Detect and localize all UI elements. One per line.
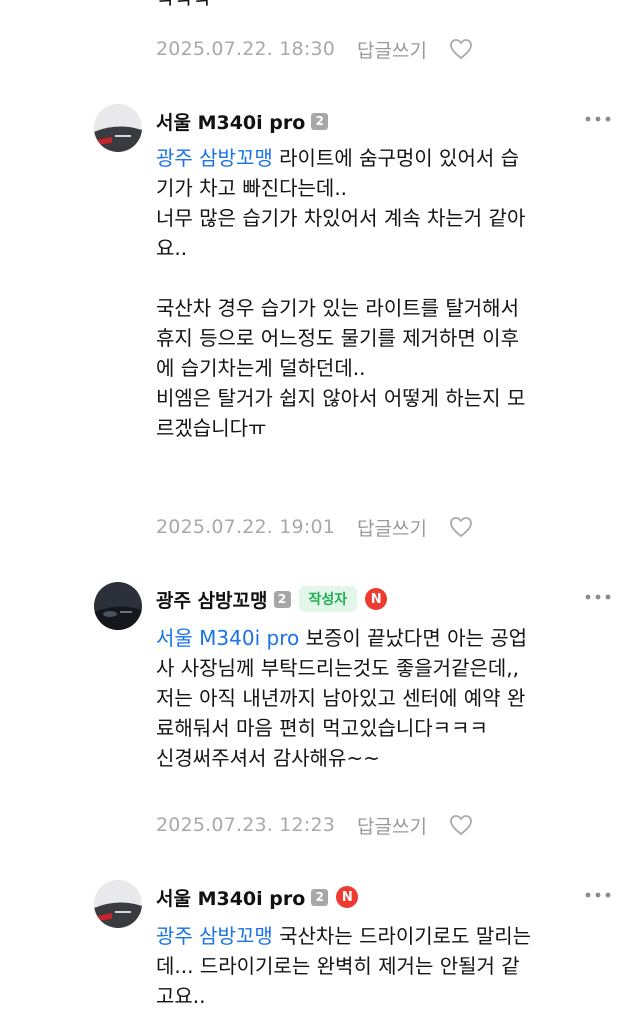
nickname[interactable]: 서울 M340i pro: [156, 108, 305, 135]
comment-line: 데... 드라이기로는 완벽히 제거는 안될거 같: [156, 954, 520, 978]
comment-text-partial: ㅋㅋㅋ: [156, 0, 212, 13]
new-badge-icon: N: [336, 886, 359, 908]
level-badge-icon: 2: [311, 888, 329, 906]
avatar[interactable]: [94, 582, 142, 630]
comment-line: 휴지 등으로 어느정도 물기를 제거하면 이후: [156, 326, 519, 350]
comment-line: 보증이 끝났다면 아는 공업: [299, 626, 528, 650]
comment-line: 르겠습니다ㅠ: [156, 416, 267, 440]
comment-line: 신경써주셔서 감사해유~~: [156, 746, 380, 770]
avatar[interactable]: [94, 880, 142, 928]
comment-line: 요..: [156, 236, 188, 260]
comment-line: 료해둬서 마음 편히 먹고있습니다ㅋㅋㅋ: [156, 716, 488, 740]
level-badge-icon: 2: [311, 112, 329, 130]
comment-line: 에 습기차는게 덜하던데..: [156, 356, 366, 380]
heart-icon[interactable]: [449, 516, 473, 538]
comment-line: 너무 많은 습기가 차있어서 계속 차는거 같아: [156, 206, 526, 230]
heart-icon[interactable]: [449, 38, 473, 60]
comment-line: [156, 263, 626, 293]
comment-meta: 2025.07.22. 19:01 답글쓰기: [156, 512, 473, 542]
reply-button[interactable]: 답글쓰기: [357, 812, 427, 839]
comment-body: 광주 삼방꼬맹 국산차는 드라이기로도 말리는 데... 드라이기로는 완벽히 …: [156, 921, 626, 1011]
comment-line: 사 사장님께 부탁드리는것도 좋을거같은데,,: [156, 656, 519, 680]
comment-body: 서울 M340i pro 보증이 끝났다면 아는 공업 사 사장님께 부탁드리는…: [156, 623, 626, 773]
comment-header: 서울 M340i pro 2: [156, 106, 329, 136]
comment-body: 광주 삼방꼬맹 라이트에 숨구멍이 있어서 습 기가 차고 빠진다는데.. 너무…: [156, 143, 626, 443]
new-badge-icon: N: [365, 588, 388, 610]
reply-button[interactable]: 답글쓰기: [357, 514, 427, 541]
comment-line: 저는 아직 내년까지 남아있고 센터에 예약 완: [156, 686, 526, 710]
heart-icon[interactable]: [449, 814, 473, 836]
more-dots-icon[interactable]: [584, 890, 612, 900]
comment-date: 2025.07.23. 12:23: [156, 814, 336, 836]
comment-meta: 2025.07.22. 18:30 답글쓰기: [156, 34, 473, 64]
more-dots-icon[interactable]: [584, 592, 612, 602]
reply-button[interactable]: 답글쓰기: [357, 36, 427, 63]
comment-date: 2025.07.22. 18:30: [156, 38, 336, 60]
comment-header: 광주 삼방꼬맹 2 작성자 N: [156, 584, 388, 614]
mention-link[interactable]: 광주 삼방꼬맹: [156, 924, 273, 948]
more-dots-icon[interactable]: [584, 114, 612, 124]
level-badge-icon: 2: [273, 590, 291, 608]
comment-meta: 2025.07.23. 12:23 답글쓰기: [156, 810, 473, 840]
comment-line: 고요..: [156, 984, 206, 1008]
comment-thread: ㅋㅋㅋ 2025.07.22. 18:30 답글쓰기 서울 M340i pro …: [0, 0, 640, 1024]
author-badge: 작성자: [298, 586, 358, 612]
mention-link[interactable]: 서울 M340i pro: [156, 626, 299, 650]
comment-date: 2025.07.22. 19:01: [156, 516, 336, 538]
mention-link[interactable]: 광주 삼방꼬맹: [156, 146, 273, 170]
comment-line: 라이트에 숨구멍이 있어서 습: [272, 146, 519, 170]
comment-header: 서울 M340i pro 2 N: [156, 882, 359, 912]
comment-line: 비엠은 탈거가 쉽지 않아서 어떻게 하는지 모: [156, 386, 526, 410]
nickname[interactable]: 광주 삼방꼬맹: [156, 586, 268, 613]
comment-line: 국산차는 드라이기로도 말리는: [272, 924, 532, 948]
comment-line: 국산차 경우 습기가 있는 라이트를 탈거해서: [156, 296, 519, 320]
avatar[interactable]: [94, 104, 142, 152]
nickname[interactable]: 서울 M340i pro: [156, 884, 305, 911]
comment-line: 기가 차고 빠진다는데..: [156, 176, 348, 200]
